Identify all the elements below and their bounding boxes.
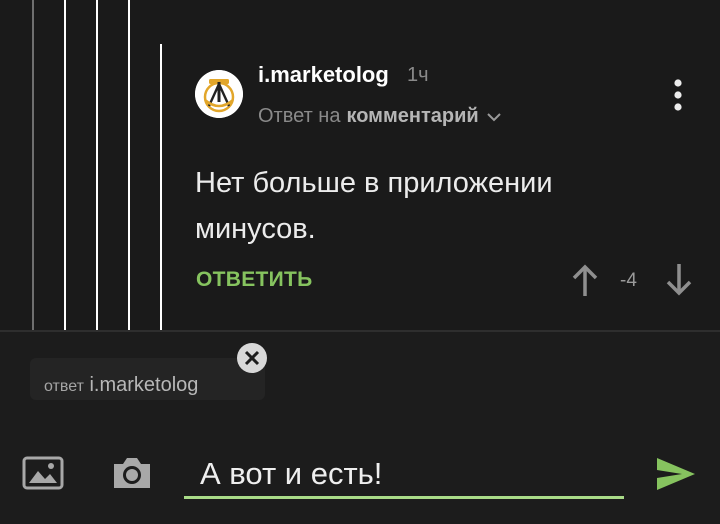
comment-input[interactable] xyxy=(184,448,624,500)
thread-line xyxy=(64,0,66,330)
vote-score: -4 xyxy=(620,270,637,291)
reply-to-prefix: Ответ на xyxy=(258,105,341,127)
thread-line xyxy=(160,44,162,330)
reply-to-target: комментарий xyxy=(346,105,479,127)
arrow-up-icon[interactable] xyxy=(568,262,602,298)
reply-chip-prefix: ответ xyxy=(44,378,84,395)
input-underline xyxy=(184,496,624,499)
reply-chip-text: ответ i.marketolog xyxy=(44,374,198,397)
reply-to-link[interactable]: Ответ на комментарий xyxy=(258,105,503,128)
thread-line xyxy=(32,0,34,330)
comment-thread: i.marketolog 1ч Ответ на комментарий Нет… xyxy=(0,0,720,330)
send-icon[interactable] xyxy=(654,455,698,493)
reply-button[interactable]: ОТВЕТИТЬ xyxy=(196,268,313,292)
arrow-down-icon[interactable] xyxy=(662,262,696,298)
comment-time: 1ч xyxy=(407,64,429,86)
camera-icon[interactable] xyxy=(110,454,154,492)
thread-line xyxy=(128,0,130,330)
close-icon[interactable] xyxy=(236,342,268,374)
emblem-hammer-compass-icon xyxy=(195,70,243,118)
avatar[interactable] xyxy=(195,70,243,118)
chevron-down-icon xyxy=(486,112,501,121)
thread-line xyxy=(96,0,98,330)
reply-chip-user: i.marketolog xyxy=(89,374,199,396)
image-icon[interactable] xyxy=(22,456,64,490)
more-vertical-icon[interactable] xyxy=(670,78,686,112)
comment-username[interactable]: i.marketolog xyxy=(258,62,389,88)
comment-text: Нет больше в приложении минусов. xyxy=(195,167,553,245)
